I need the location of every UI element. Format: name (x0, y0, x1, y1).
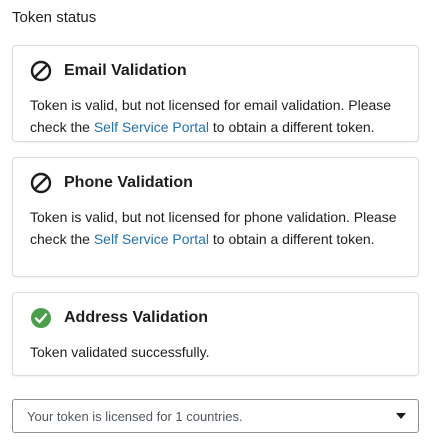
select-value: Your token is licensed for 1 countries. (27, 408, 243, 424)
prohibited-icon (30, 60, 52, 82)
email-validation-card: Email Validation Token is valid, but not… (12, 45, 419, 142)
card-header: Address Validation (30, 304, 401, 332)
card-title: Address Validation (64, 309, 209, 326)
message-text: to obtain a different token. (209, 231, 375, 247)
address-validation-card: Address Validation Token validated succe… (12, 292, 419, 376)
card-message: Token validated successfully. (30, 344, 210, 360)
self-service-portal-link[interactable]: Self Service Portal (94, 119, 209, 135)
card-message: Token is valid, but not licensed for ema… (30, 94, 401, 138)
self-service-portal-link[interactable]: Self Service Portal (94, 231, 209, 247)
card-message: Token is valid, but not licensed for pho… (30, 206, 401, 250)
prohibited-icon (30, 172, 52, 194)
card-header: Phone Validation (30, 169, 401, 197)
card-header: Email Validation (30, 57, 401, 85)
message-text: to obtain a different token. (209, 119, 375, 135)
chevron-down-icon (396, 413, 406, 419)
check-circle-icon (31, 308, 51, 328)
card-title: Email Validation (64, 62, 187, 79)
licensed-countries-select[interactable]: Your token is licensed for 1 countries. (12, 399, 419, 433)
phone-validation-card: Phone Validation Token is valid, but not… (12, 157, 419, 277)
section-title: Token status (12, 9, 97, 26)
card-title: Phone Validation (64, 174, 193, 191)
